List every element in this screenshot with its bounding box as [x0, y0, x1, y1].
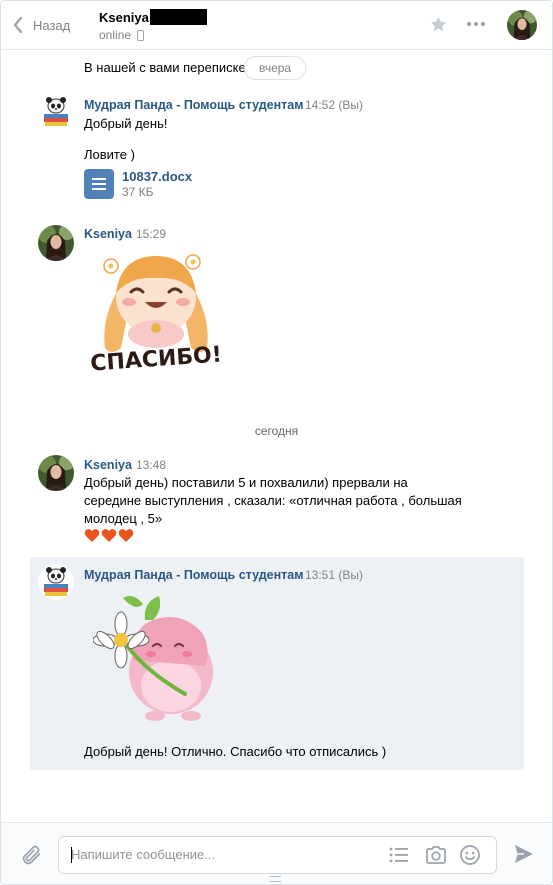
- message-time[interactable]: 13:51 (Вы): [305, 568, 363, 582]
- avatar[interactable]: [38, 225, 74, 261]
- resize-handle[interactable]: [270, 876, 281, 882]
- more-dots-icon[interactable]: [467, 22, 485, 26]
- peer-status: online: [99, 28, 145, 42]
- attachment-size: 37 КБ: [122, 185, 154, 199]
- peer-avatar[interactable]: [507, 10, 537, 40]
- message-history[interactable]: В нашей с вами переписке вчера Мудрая Па…: [1, 50, 552, 822]
- sticker[interactable]: [93, 590, 221, 722]
- message-time[interactable]: 13:48: [136, 458, 166, 472]
- peer-name-text: Kseniya: [99, 10, 149, 25]
- message-text: Добрый день!: [84, 116, 168, 131]
- star-icon[interactable]: [429, 15, 448, 34]
- send-icon[interactable]: [513, 843, 535, 865]
- message-time[interactable]: 15:29: [136, 227, 166, 241]
- back-label: Назад: [33, 17, 71, 33]
- document-icon[interactable]: [84, 169, 114, 199]
- avatar[interactable]: [38, 94, 74, 130]
- message-text: Добрый день! Отлично. Спасибо что отписа…: [84, 744, 387, 759]
- heart-icon: [101, 529, 117, 542]
- message-text: Ловите ): [84, 147, 135, 162]
- avatar[interactable]: [38, 564, 74, 600]
- message-text: Добрый день) поставили 5 и похвалили) пр…: [84, 475, 408, 490]
- chat-window: Назад Kseniya online В нашей с вами пере…: [0, 0, 553, 885]
- back-button[interactable]: Назад: [13, 15, 70, 35]
- avatar[interactable]: [38, 455, 74, 491]
- message-author[interactable]: Мудрая Панда - Помощь студентам: [84, 568, 303, 582]
- camera-icon[interactable]: [425, 845, 447, 865]
- date-pill: вчера: [244, 56, 307, 80]
- message-author[interactable]: Kseniya: [84, 458, 132, 472]
- smile-icon[interactable]: [459, 844, 481, 866]
- heart-icon: [118, 529, 134, 542]
- message-input-box[interactable]: [58, 836, 497, 874]
- message-text: середине выступления , сказали: «отлична…: [84, 493, 462, 508]
- message-input[interactable]: [71, 837, 371, 871]
- mobile-icon: [137, 29, 145, 41]
- message-text: молодец , 5»: [84, 511, 163, 526]
- chat-header: Назад Kseniya online: [1, 1, 552, 50]
- message-time[interactable]: 14:52 (Вы): [305, 98, 363, 112]
- previous-message-text: В нашей с вами переписке: [84, 60, 246, 75]
- message-author[interactable]: Kseniya: [84, 227, 132, 241]
- message-author[interactable]: Мудрая Панда - Помощь студентам: [84, 98, 303, 112]
- date-separator: сегодня: [254, 424, 299, 438]
- emoji-hearts: [84, 528, 134, 543]
- paperclip-icon[interactable]: [21, 843, 43, 867]
- attachment-name[interactable]: 10837.docx: [122, 169, 192, 184]
- sticker[interactable]: СПАСИБО!: [91, 248, 221, 372]
- chevron-left-icon: [13, 17, 23, 33]
- heart-icon: [84, 529, 100, 542]
- peer-status-text: online: [99, 28, 132, 42]
- redacted-surname: [149, 9, 207, 25]
- list-icon[interactable]: [389, 846, 409, 864]
- peer-name[interactable]: Kseniya: [99, 9, 207, 25]
